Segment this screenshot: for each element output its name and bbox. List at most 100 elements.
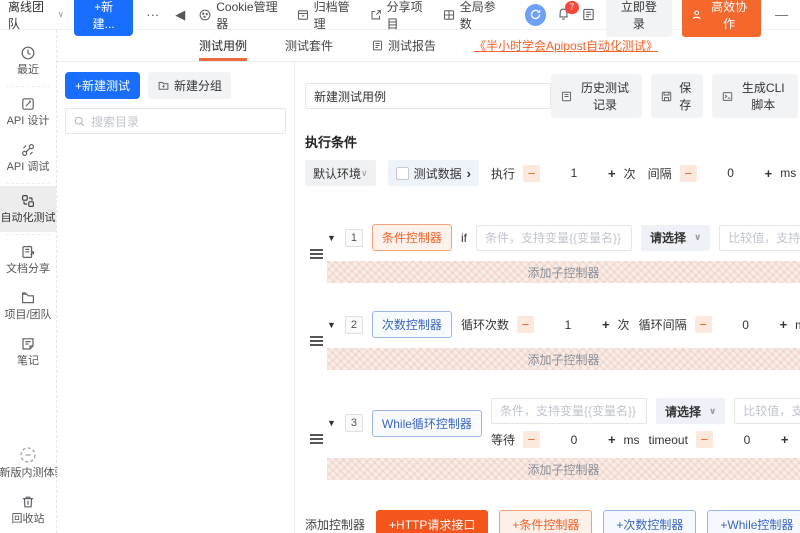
sidebar-item-notes[interactable]: 笔记 [0,329,56,375]
folder-plus-icon [157,79,170,92]
archive-manager-label: 归档管理 [313,0,350,31]
interval-value[interactable]: 0 [705,166,757,180]
chevron-down-icon: ∨ [693,232,702,242]
timeout-value[interactable]: 0 [721,433,773,447]
condition-input[interactable] [475,224,632,251]
sidebar-item-api-debug[interactable]: API 调试 [0,135,56,181]
while-compare-value-input[interactable] [734,398,800,424]
add-sub-controller-bar[interactable]: 添加子控制器 [327,261,800,283]
minus-button[interactable]: − [695,431,713,448]
minus-button[interactable]: − [522,431,540,448]
tab-test-suites[interactable]: 测试套件 [285,30,333,61]
drag-handle[interactable] [305,398,327,480]
test-case-name-input[interactable] [305,83,552,109]
save-button[interactable]: 保存 [650,74,703,118]
wait-value[interactable]: 0 [548,433,600,447]
back-icon[interactable]: ◀ [172,7,188,23]
plus-button[interactable]: + [765,166,773,181]
plus-button[interactable]: + [608,432,616,447]
add-http-request-button[interactable]: +HTTP请求接口 [376,510,489,533]
timeout-stepper: timeout − 0 + [648,431,789,448]
new-group-button[interactable]: 新建分组 [148,72,232,99]
notifications-button[interactable]: 7 [556,1,579,22]
generate-cli-button[interactable]: 生成CLI脚本 [711,74,798,118]
sync-icon [530,9,541,20]
more-icon[interactable]: ··· [143,7,162,22]
drag-handle[interactable] [305,311,327,370]
minus-button[interactable]: − [516,316,534,333]
exec-count-value[interactable]: 1 [548,166,600,180]
sidebar-item-beta[interactable]: 新版内测体验 [0,439,57,487]
history-button[interactable]: 历史测试记录 [551,74,642,118]
doc-share-icon [20,244,36,260]
environment-select[interactable]: 默认环境 ∨ [305,160,376,186]
collapse-caret[interactable]: ▼ [327,418,336,428]
collapse-caret[interactable]: ▼ [327,233,336,243]
test-directory-panel: +新建测试 新建分组 搜索目录 [57,62,295,533]
operator-select[interactable]: 请选择 ∨ [640,224,711,251]
global-params-label: 全局参数 [459,0,496,31]
drag-handle[interactable] [305,224,327,283]
new-test-button[interactable]: +新建测试 [65,72,141,99]
row-index: 2 [344,315,363,334]
sidebar-divider [6,86,50,87]
sidebar-item-api-design[interactable]: API 设计 [0,89,56,135]
collapse-caret[interactable]: ▼ [327,320,336,330]
sidebar-flex-space [0,375,56,439]
minus-button[interactable]: − [679,164,697,182]
compare-value-input[interactable] [719,224,800,251]
plus-button[interactable]: + [602,317,610,332]
while-condition-input[interactable] [490,398,647,424]
drag-handle-icon [309,252,323,255]
plus-button[interactable]: + [608,166,616,181]
sidebar-item-projects[interactable]: 项目/团队 [0,283,56,329]
team-switcher[interactable]: 离线团队 ∨ [8,0,64,32]
minus-button[interactable]: − [522,164,540,182]
minus-button[interactable]: − [694,316,712,333]
loop-interval-value[interactable]: 0 [720,318,772,332]
minimize-button[interactable]: — [771,7,792,22]
sidebar-item-trash[interactable]: 回收站 [0,487,56,533]
loop-count-stepper: 循环次数 − 1 + 次 [460,316,630,333]
changelog-icon[interactable] [581,7,596,22]
share-project-button[interactable]: 分享项目 [369,0,432,32]
beta-scan-icon [19,446,37,464]
add-sub-controller-bar[interactable]: 添加子控制器 [327,458,800,480]
search-icon [73,115,86,128]
add-loop-controller-button[interactable]: +次数控制器 [603,510,697,533]
add-sub-controller-bar[interactable]: 添加子控制器 [327,348,800,370]
tab-tutorial-link[interactable]: 《半小时学会Apipost自动化测试》 [474,30,658,61]
test-data-checkbox[interactable] [395,166,409,180]
search-directory-input[interactable]: 搜索目录 [65,108,286,134]
sidebar-item-recent[interactable]: 最近 [0,38,56,84]
add-while-controller-button[interactable]: +While控制器 [707,510,800,533]
add-condition-controller-button[interactable]: +条件控制器 [499,510,593,533]
controller-row-while: ▼ 3 While循环控制器 请选择 ∨ [305,398,800,480]
loop-count-value[interactable]: 1 [542,318,594,332]
sidebar-item-doc-share[interactable]: 文档分享 [0,237,56,283]
cookie-manager-label: Cookie管理器 [216,0,278,31]
plus-button[interactable]: + [780,317,788,332]
folder-icon [20,290,36,306]
save-icon [660,90,673,103]
drag-handle-icon [309,339,323,342]
sync-avatar-button[interactable] [524,3,546,26]
add-controller-label: 添加控制器 [305,518,366,532]
chevron-right-icon: › [466,165,471,181]
cookie-manager-button[interactable]: Cookie管理器 [198,0,285,32]
while-operator-select[interactable]: 请选择 ∨ [655,398,726,424]
drag-handle-icon [309,438,323,440]
test-data-toggle[interactable]: 测试数据 › [387,160,479,186]
share-project-label: 分享项目 [386,0,423,31]
sidebar-item-automated-testing[interactable]: 自动化测试 [0,186,56,232]
tab-test-cases[interactable]: 测试用例 [198,30,247,61]
search-placeholder: 搜索目录 [91,114,140,129]
global-params-button[interactable]: 全局参数 [442,0,505,32]
plus-button[interactable]: + [781,432,789,447]
archive-manager-button[interactable]: 归档管理 [296,0,359,32]
share-icon [369,8,383,22]
exec-count-stepper: 执行 − 1 + 次 [490,164,636,182]
chevron-down-icon: ∨ [708,405,717,416]
chevron-down-icon: ∨ [361,167,368,178]
tab-test-reports[interactable]: 测试报告 [371,30,436,61]
